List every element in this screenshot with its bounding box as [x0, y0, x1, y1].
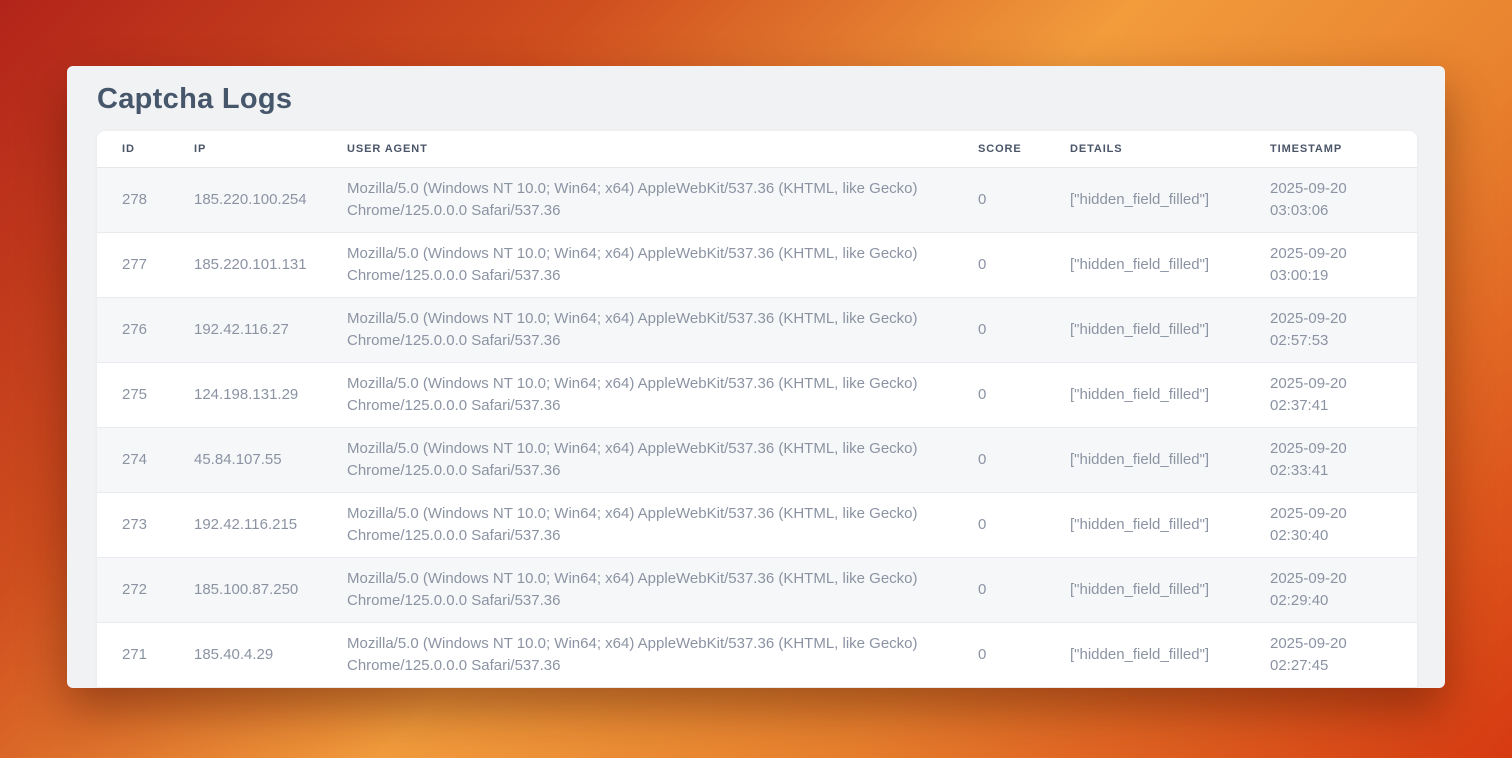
column-header-timestamp: TIMESTAMP — [1270, 131, 1417, 167]
table-row: 276 192.42.116.27 Mozilla/5.0 (Windows N… — [97, 297, 1417, 362]
table-row: 278 185.220.100.254 Mozilla/5.0 (Windows… — [97, 167, 1417, 232]
cell-details: ["hidden_field_filled"] — [1070, 622, 1270, 687]
cell-id: 273 — [97, 492, 194, 557]
cell-user-agent: Mozilla/5.0 (Windows NT 10.0; Win64; x64… — [347, 427, 978, 492]
cell-score: 0 — [978, 622, 1070, 687]
cell-user-agent: Mozilla/5.0 (Windows NT 10.0; Win64; x64… — [347, 297, 978, 362]
table-row: 275 124.198.131.29 Mozilla/5.0 (Windows … — [97, 362, 1417, 427]
cell-timestamp: 2025-09-20 02:37:41 — [1270, 362, 1417, 427]
cell-details: ["hidden_field_filled"] — [1070, 557, 1270, 622]
cell-details: ["hidden_field_filled"] — [1070, 427, 1270, 492]
column-header-details: DETAILS — [1070, 131, 1270, 167]
cell-timestamp: 2025-09-20 02:29:40 — [1270, 557, 1417, 622]
cell-ip: 124.198.131.29 — [194, 362, 347, 427]
column-header-user-agent: USER AGENT — [347, 131, 978, 167]
cell-user-agent: Mozilla/5.0 (Windows NT 10.0; Win64; x64… — [347, 167, 978, 232]
cell-details: ["hidden_field_filled"] — [1070, 492, 1270, 557]
cell-score: 0 — [978, 557, 1070, 622]
captcha-logs-table: ID IP USER AGENT SCORE DETAILS TIMESTAMP… — [97, 131, 1417, 688]
cell-details: ["hidden_field_filled"] — [1070, 167, 1270, 232]
column-header-ip: IP — [194, 131, 347, 167]
cell-score: 0 — [978, 427, 1070, 492]
table-row: 271 185.40.4.29 Mozilla/5.0 (Windows NT … — [97, 622, 1417, 687]
cell-score: 0 — [978, 297, 1070, 362]
cell-details: ["hidden_field_filled"] — [1070, 297, 1270, 362]
cell-details: ["hidden_field_filled"] — [1070, 362, 1270, 427]
cell-ip: 192.42.116.27 — [194, 297, 347, 362]
cell-id: 276 — [97, 297, 194, 362]
cell-score: 0 — [978, 232, 1070, 297]
table-row: 272 185.100.87.250 Mozilla/5.0 (Windows … — [97, 557, 1417, 622]
cell-user-agent: Mozilla/5.0 (Windows NT 10.0; Win64; x64… — [347, 492, 978, 557]
table-header: ID IP USER AGENT SCORE DETAILS TIMESTAMP — [97, 131, 1417, 167]
cell-score: 0 — [978, 362, 1070, 427]
cell-ip: 185.40.4.29 — [194, 622, 347, 687]
cell-id: 271 — [97, 622, 194, 687]
cell-id: 278 — [97, 167, 194, 232]
cell-timestamp: 2025-09-20 03:03:06 — [1270, 167, 1417, 232]
captcha-logs-card: Captcha Logs ID IP USER AGENT SCORE DETA… — [67, 66, 1445, 688]
table-row: 274 45.84.107.55 Mozilla/5.0 (Windows NT… — [97, 427, 1417, 492]
cell-id: 274 — [97, 427, 194, 492]
cell-timestamp: 2025-09-20 02:27:45 — [1270, 622, 1417, 687]
table-header-row: ID IP USER AGENT SCORE DETAILS TIMESTAMP — [97, 131, 1417, 167]
table-row: 273 192.42.116.215 Mozilla/5.0 (Windows … — [97, 492, 1417, 557]
column-header-id: ID — [97, 131, 194, 167]
cell-timestamp: 2025-09-20 03:00:19 — [1270, 232, 1417, 297]
cell-ip: 185.220.101.131 — [194, 232, 347, 297]
page-title: Captcha Logs — [97, 84, 1415, 114]
cell-timestamp: 2025-09-20 02:33:41 — [1270, 427, 1417, 492]
cell-user-agent: Mozilla/5.0 (Windows NT 10.0; Win64; x64… — [347, 232, 978, 297]
table-body: 278 185.220.100.254 Mozilla/5.0 (Windows… — [97, 167, 1417, 687]
cell-user-agent: Mozilla/5.0 (Windows NT 10.0; Win64; x64… — [347, 622, 978, 687]
cell-ip: 185.220.100.254 — [194, 167, 347, 232]
cell-timestamp: 2025-09-20 02:30:40 — [1270, 492, 1417, 557]
cell-score: 0 — [978, 167, 1070, 232]
cell-ip: 185.100.87.250 — [194, 557, 347, 622]
cell-ip: 192.42.116.215 — [194, 492, 347, 557]
cell-user-agent: Mozilla/5.0 (Windows NT 10.0; Win64; x64… — [347, 557, 978, 622]
column-header-score: SCORE — [978, 131, 1070, 167]
cell-timestamp: 2025-09-20 02:57:53 — [1270, 297, 1417, 362]
logs-table-container: ID IP USER AGENT SCORE DETAILS TIMESTAMP… — [97, 131, 1417, 688]
cell-user-agent: Mozilla/5.0 (Windows NT 10.0; Win64; x64… — [347, 362, 978, 427]
table-row: 277 185.220.101.131 Mozilla/5.0 (Windows… — [97, 232, 1417, 297]
cell-ip: 45.84.107.55 — [194, 427, 347, 492]
cell-id: 277 — [97, 232, 194, 297]
page-background: { "page": { "title": "Captcha Logs" }, "… — [0, 0, 1512, 758]
cell-details: ["hidden_field_filled"] — [1070, 232, 1270, 297]
cell-id: 272 — [97, 557, 194, 622]
cell-id: 275 — [97, 362, 194, 427]
cell-score: 0 — [978, 492, 1070, 557]
